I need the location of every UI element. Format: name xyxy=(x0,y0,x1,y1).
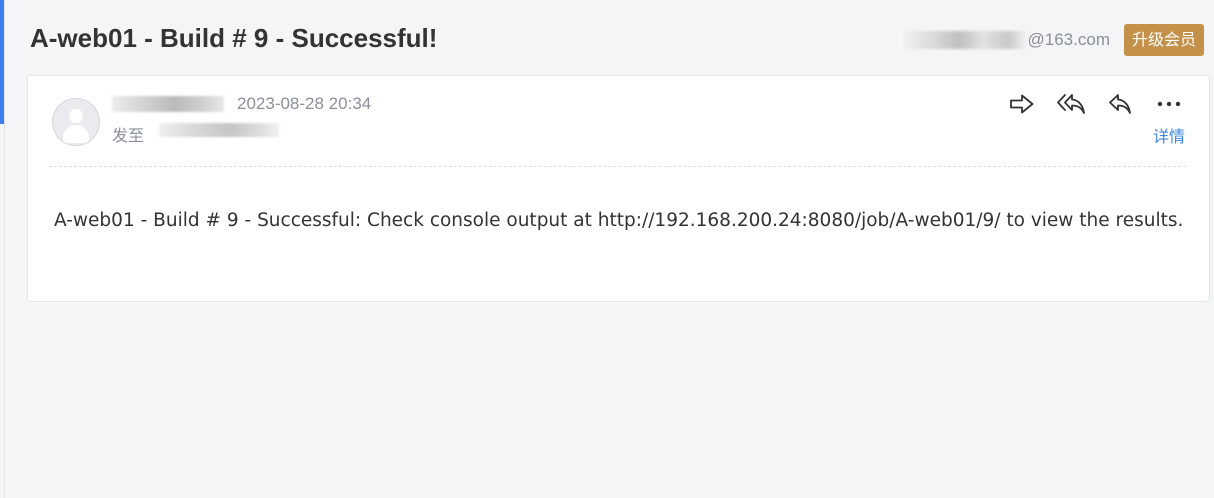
details-link[interactable]: 详情 xyxy=(1153,123,1185,147)
forward-arrow-icon xyxy=(1010,94,1034,114)
more-dots-icon xyxy=(1157,101,1181,107)
reply-button[interactable] xyxy=(1103,90,1137,118)
avatar[interactable] xyxy=(52,98,100,146)
to-label: 发至 xyxy=(112,126,145,145)
mail-body-text: A-web01 - Build # 9 - Successful: Check … xyxy=(54,210,1184,231)
reply-all-icon xyxy=(1057,94,1085,114)
mail-subject: A-web01 - Build # 9 - Successful! xyxy=(30,23,438,53)
redacted-recipient[interactable] xyxy=(159,123,279,137)
send-time: 2023-08-28 20:34 xyxy=(237,94,372,113)
redacted-account-name xyxy=(903,31,1026,49)
header-body-divider xyxy=(49,166,1186,167)
upgrade-vip-button[interactable]: 升级会员 xyxy=(1123,24,1204,56)
more-actions-button[interactable] xyxy=(1152,90,1186,118)
mail-action-toolbar xyxy=(990,90,1186,118)
account-email[interactable]: @163.com xyxy=(1028,30,1110,50)
redacted-sender-name[interactable] xyxy=(112,96,224,112)
avatar-body-shape xyxy=(63,125,89,143)
mail-card: 2023-08-28 20:34 发至 详情 A-web01 - Build #… xyxy=(27,75,1210,302)
reply-all-button[interactable] xyxy=(1054,90,1088,118)
forward-button[interactable] xyxy=(1005,90,1039,118)
account-area: @163.com 升级会员 xyxy=(903,24,1204,56)
avatar-head-shape xyxy=(69,109,83,123)
mail-header: A-web01 - Build # 9 - Successful! @163.c… xyxy=(0,0,1214,76)
reply-icon xyxy=(1109,94,1131,114)
